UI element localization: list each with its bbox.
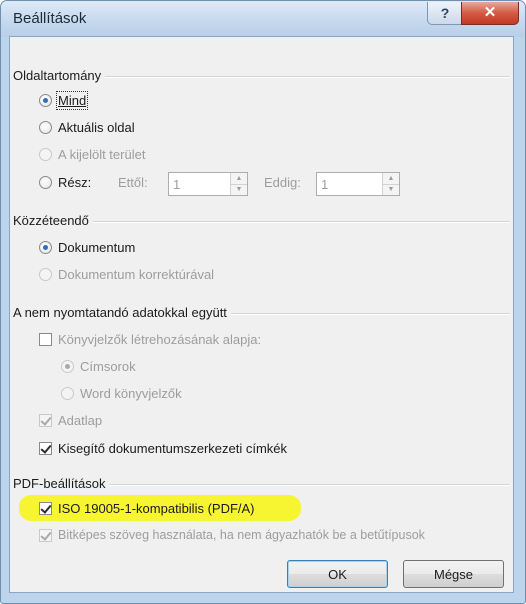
radio-document-indicator[interactable] [39,241,52,254]
checkbox-bitmap-text-label: Bitképes szöveg használata, ha nem ágyaz… [58,528,425,542]
radio-current-page[interactable]: Aktuális oldal [39,120,135,135]
non-printing-group-label: A nem nyomtatandó adatokkal együtt [13,305,231,320]
checkbox-properties-box [39,414,52,427]
cancel-button[interactable]: Mégse [403,560,504,588]
checkbox-bookmarks-label: Könyvjelzők létrehozásának alapja: [58,332,262,347]
to-stepper[interactable]: 1 ▲ ▼ [316,172,400,196]
radio-part[interactable]: Rész: [39,175,91,190]
from-stepper-arrows[interactable]: ▲ ▼ [230,173,247,195]
checkbox-iso-pdfa-box[interactable] [39,502,52,515]
checkbox-bookmarks-box[interactable] [39,333,52,346]
checkbox-bookmarks[interactable]: Könyvjelzők létrehozásának alapja: [39,332,261,347]
to-label: Eddig: [264,175,301,190]
radio-document-markup-label: Dokumentum korrektúrával [58,267,215,282]
checkbox-bitmap-text-box [39,528,52,542]
from-stepper[interactable]: 1 ▲ ▼ [168,172,248,196]
from-down-arrow-icon[interactable]: ▼ [231,184,247,195]
ok-button[interactable]: OK [287,560,388,588]
radio-all-label: Mind [55,91,89,110]
radio-part-indicator[interactable] [39,176,52,189]
from-value: 1 [173,177,181,192]
radio-document-label: Dokumentum [58,240,136,255]
radio-current-page-label: Aktuális oldal [58,120,135,135]
radio-headings: Címsorok [61,359,136,374]
checkbox-structure-tags-box[interactable] [39,442,52,455]
radio-headings-label: Címsorok [80,359,136,374]
radio-all-indicator[interactable] [39,94,52,107]
checkbox-structure-tags-label: Kisegítő dokumentumszerkezeti címkék [58,441,288,456]
checkbox-bitmap-text: Bitképes szöveg használata, ha nem ágyaz… [39,528,425,542]
radio-word-bookmarks-label: Word könyvjelzők [80,386,182,401]
checkbox-iso-pdfa-label: ISO 19005-1-kompatibilis (PDF/A) [58,501,255,516]
radio-selection-indicator [39,148,52,161]
radio-word-bookmarks-indicator [61,387,74,400]
radio-headings-indicator [61,360,74,373]
to-stepper-arrows[interactable]: ▲ ▼ [382,173,399,195]
to-down-arrow-icon[interactable]: ▼ [383,184,399,195]
close-button[interactable]: ✕ [461,2,519,25]
pdf-options-group-label: PDF-beállítások [13,476,110,491]
radio-all[interactable]: Mind [39,91,89,110]
checkbox-properties: Adatlap [39,413,102,428]
from-label: Ettől: [118,175,148,190]
radio-selection-label: A kijelölt terület [58,147,146,162]
radio-part-label: Rész: [58,175,92,190]
page-range-group-label: Oldaltartomány [13,68,106,83]
radio-word-bookmarks: Word könyvjelzők [61,386,182,401]
radio-selection: A kijelölt terület [39,147,145,162]
radio-document-markup: Dokumentum korrektúrával [39,267,214,282]
radio-document-markup-indicator [39,268,52,281]
help-button[interactable]: ? [427,2,463,25]
dialog-title: Beállítások [13,10,87,27]
checkbox-properties-label: Adatlap [58,413,103,428]
checkbox-structure-tags[interactable]: Kisegítő dokumentumszerkezeti címkék [39,441,287,456]
radio-document[interactable]: Dokumentum [39,240,135,255]
checkbox-iso-pdfa[interactable]: ISO 19005-1-kompatibilis (PDF/A) [39,501,255,516]
publish-group-label: Közzéteendő [13,213,93,228]
radio-current-page-indicator[interactable] [39,121,52,134]
title-bar[interactable]: Beállítások ? ✕ [1,1,525,37]
to-value: 1 [321,177,329,192]
